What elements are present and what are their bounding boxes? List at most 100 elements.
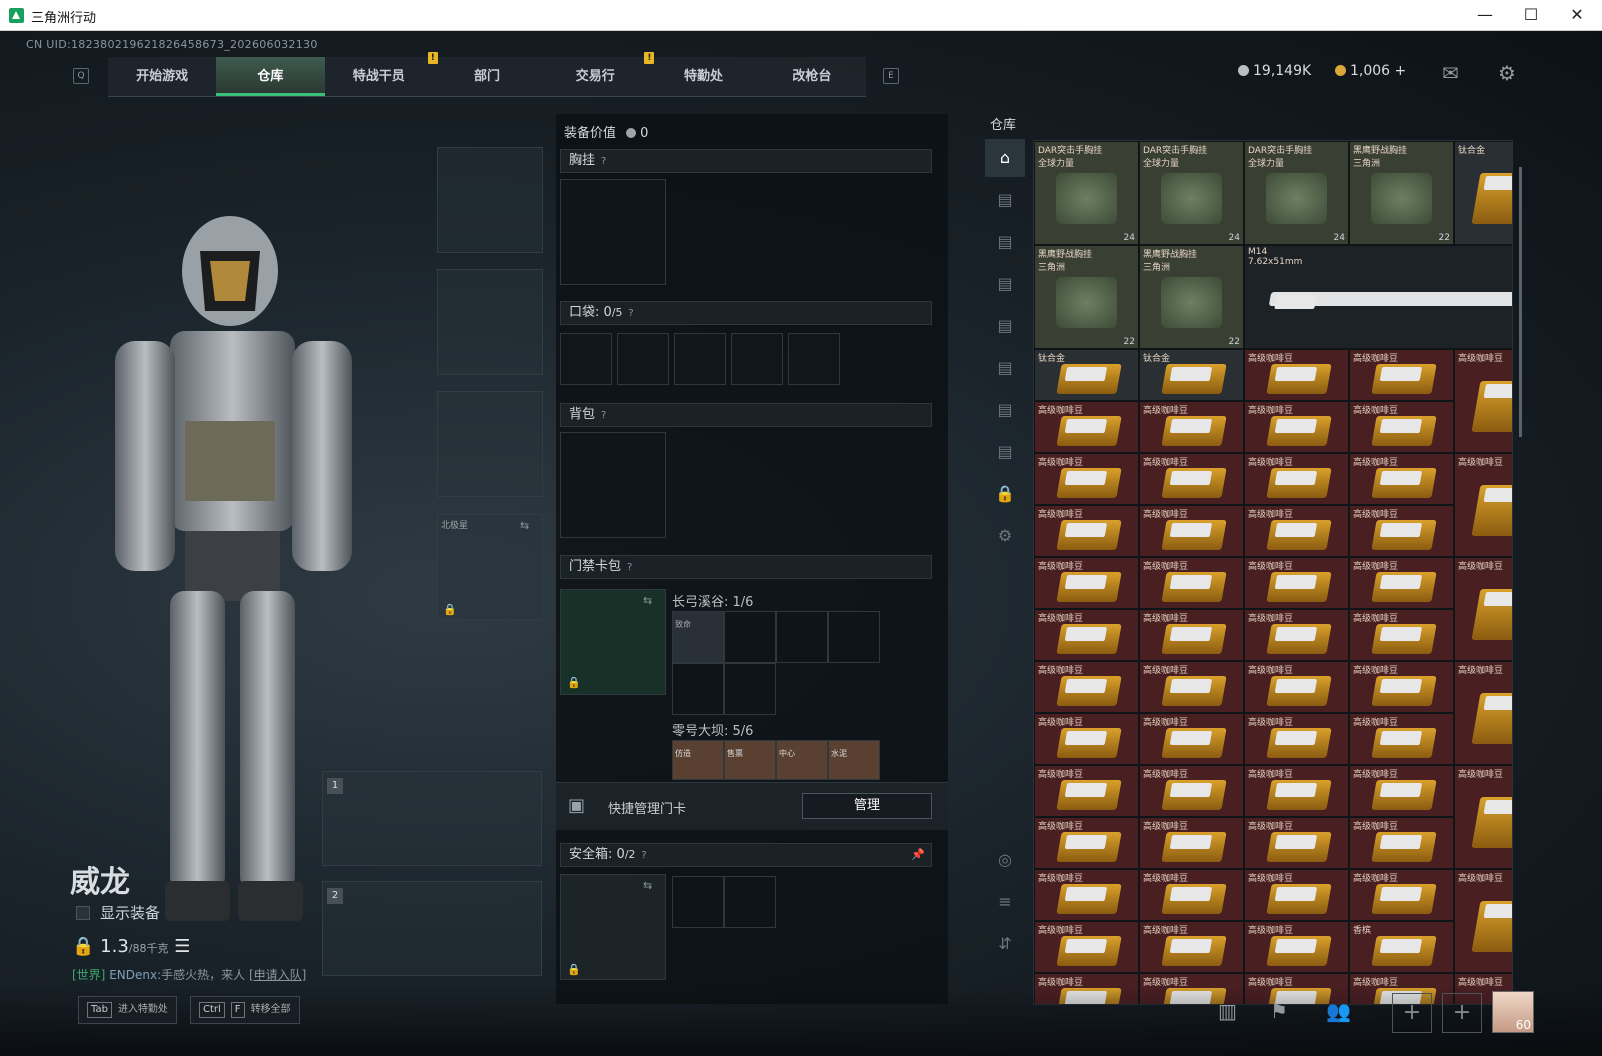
- category-icon[interactable]: ▤: [985, 223, 1025, 261]
- stash-item-coffee[interactable]: 高级咖啡豆: [1034, 713, 1139, 765]
- stash-item-coffee[interactable]: 高级咖啡豆: [1454, 453, 1512, 557]
- stash-item-coffee[interactable]: 高级咖啡豆: [1139, 661, 1244, 713]
- stash-item-coffee[interactable]: 高级咖啡豆: [1454, 765, 1512, 869]
- help-icon[interactable]: ?: [601, 405, 606, 427]
- add-party-slot[interactable]: +: [1442, 993, 1482, 1033]
- show-equipment-toggle[interactable]: 显示装备: [76, 902, 160, 923]
- avatar[interactable]: 60: [1492, 991, 1534, 1033]
- stash-item-coffee[interactable]: 高级咖啡豆: [1139, 869, 1244, 921]
- stash-item-coffee[interactable]: 高级咖啡豆: [1244, 817, 1349, 869]
- stash-item-coffee[interactable]: 高级咖啡豆: [1034, 817, 1139, 869]
- lock-icon[interactable]: 🔒: [985, 475, 1025, 513]
- keycard-empty-slot[interactable]: [724, 663, 776, 715]
- tab-special-ops[interactable]: 特勤处: [649, 57, 757, 96]
- gear-icon[interactable]: ⚙: [985, 517, 1025, 555]
- pin-icon[interactable]: 📌: [911, 844, 925, 866]
- stash-item-coffee[interactable]: 高级咖啡豆: [1139, 505, 1244, 557]
- keycard-item[interactable]: 水泥: [828, 740, 880, 780]
- stash-item-coffee[interactable]: 高级咖啡豆: [1034, 609, 1139, 661]
- helmet-slot[interactable]: [437, 147, 543, 253]
- stash-item-chest-rig[interactable]: DAR突击手胸挂 全球力量 24: [1244, 141, 1349, 245]
- stash-item-coffee[interactable]: 高级咖啡豆: [1034, 401, 1139, 453]
- transfer-all-button[interactable]: Ctrl F 转移全部: [190, 996, 300, 1024]
- keycard-item[interactable]: 中心: [776, 740, 828, 780]
- stash-item-coffee[interactable]: 高级咖啡豆: [1034, 765, 1139, 817]
- stash-item-coffee[interactable]: 高级咖啡豆: [1244, 713, 1349, 765]
- pocket-slot[interactable]: [674, 333, 726, 385]
- stash-item-coffee[interactable]: 高级咖啡豆: [1454, 661, 1512, 765]
- stash-item-champagne[interactable]: 香槟: [1349, 921, 1454, 973]
- stash-item-coffee[interactable]: 高级咖啡豆: [1349, 557, 1454, 609]
- sort-icon[interactable]: ⇵: [985, 925, 1025, 963]
- keycard-empty-slot[interactable]: [776, 611, 828, 663]
- swap-icon[interactable]: ⇆: [643, 879, 652, 892]
- category-icon[interactable]: ▤: [985, 181, 1025, 219]
- stash-item-coffee[interactable]: 高级咖啡豆: [1349, 401, 1454, 453]
- filter-icon[interactable]: ◎: [985, 841, 1025, 879]
- armor-slot[interactable]: [437, 269, 543, 375]
- layers-icon[interactable]: ≡: [985, 883, 1025, 921]
- stash-item-coffee[interactable]: 高级咖啡豆: [1139, 401, 1244, 453]
- safe-box-cell[interactable]: [672, 876, 724, 928]
- stash-item-coffee[interactable]: 高级咖啡豆: [1244, 401, 1349, 453]
- safe-box-slot[interactable]: ⇆ 🔒: [560, 874, 666, 980]
- chest-rig-slot[interactable]: [560, 179, 666, 285]
- category-icon[interactable]: ▤: [985, 349, 1025, 387]
- tab-gunsmith[interactable]: 改枪台: [758, 57, 866, 96]
- stash-item-coffee[interactable]: 高级咖啡豆: [1244, 557, 1349, 609]
- stash-item-coffee[interactable]: 高级咖啡豆: [1139, 713, 1244, 765]
- gold-currency[interactable]: 1,006 +: [1335, 63, 1406, 79]
- category-icon[interactable]: ▤: [985, 265, 1025, 303]
- stash-item-chest-rig[interactable]: 黑鹰野战胸挂 三角洲 22: [1139, 245, 1244, 349]
- tab-departments[interactable]: 部门: [433, 57, 541, 96]
- stash-item-coffee[interactable]: 高级咖啡豆: [1244, 349, 1349, 401]
- help-icon[interactable]: ?: [641, 845, 646, 867]
- swap-icon[interactable]: ⇆: [520, 519, 529, 532]
- tab-start-game[interactable]: 开始游戏: [108, 57, 216, 96]
- pistol-slot[interactable]: [437, 391, 543, 497]
- stash-item-coffee[interactable]: 高级咖啡豆: [1349, 869, 1454, 921]
- stash-item-coffee[interactable]: 高级咖啡豆: [1244, 661, 1349, 713]
- keycard-empty-slot[interactable]: [828, 611, 880, 663]
- stash-item-rifle[interactable]: M14 7.62x51mm0/10: [1244, 245, 1512, 349]
- help-icon[interactable]: ?: [627, 557, 632, 579]
- stash-item-coffee[interactable]: 高级咖啡豆: [1349, 817, 1454, 869]
- stash-item-coffee[interactable]: 高级咖啡豆: [1454, 557, 1512, 661]
- stash-item-coffee[interactable]: 高级咖啡豆: [1034, 869, 1139, 921]
- stash-item-coffee[interactable]: 高级咖啡豆: [1139, 557, 1244, 609]
- category-icon[interactable]: ▤: [985, 391, 1025, 429]
- keycard-empty-slot[interactable]: [724, 611, 776, 663]
- stash-item-coffee[interactable]: 高级咖啡豆: [1139, 765, 1244, 817]
- stash-item-chest-rig[interactable]: 黑鹰野战胸挂 三角洲 22: [1349, 141, 1454, 245]
- tab-operators[interactable]: 特战干员!: [325, 52, 438, 96]
- melee-slot[interactable]: 北极星 ⇆ 🔒: [437, 514, 543, 620]
- stash-item-coffee[interactable]: 高级咖啡豆: [1139, 921, 1244, 973]
- pocket-slot[interactable]: [617, 333, 669, 385]
- stash-item-coffee[interactable]: 高级咖啡豆: [1349, 349, 1454, 401]
- stash-item-titanium[interactable]: 钛合金: [1139, 349, 1244, 401]
- maximize-button[interactable]: ☐: [1516, 4, 1546, 26]
- category-icon[interactable]: ▤: [985, 307, 1025, 345]
- keycard-empty-slot[interactable]: [672, 663, 724, 715]
- add-currency-button[interactable]: +: [1395, 63, 1407, 79]
- stash-item-coffee[interactable]: 高级咖啡豆: [1349, 765, 1454, 817]
- help-icon[interactable]: ?: [628, 303, 633, 325]
- stash-item-coffee[interactable]: 高级咖啡豆: [1139, 609, 1244, 661]
- stash-item-coffee[interactable]: 高级咖啡豆: [1454, 349, 1512, 453]
- pocket-slot[interactable]: [731, 333, 783, 385]
- enter-special-ops-button[interactable]: Tab 进入特勤处: [78, 996, 177, 1024]
- add-party-slot[interactable]: +: [1392, 993, 1432, 1033]
- stash-item-coffee[interactable]: 高级咖啡豆: [1034, 453, 1139, 505]
- stash-item-coffee[interactable]: 高级咖啡豆: [1034, 661, 1139, 713]
- stash-item-coffee[interactable]: 高级咖啡豆: [1454, 869, 1512, 973]
- stash-item-chest-rig[interactable]: 黑鹰野战胸挂 三角洲 22: [1034, 245, 1139, 349]
- category-all-icon[interactable]: ⌂: [985, 139, 1025, 177]
- stash-item-coffee[interactable]: 高级咖啡豆: [1034, 505, 1139, 557]
- safe-box-cell[interactable]: [724, 876, 776, 928]
- primary-weapon-slot-1[interactable]: 1: [322, 771, 542, 866]
- stash-item-coffee[interactable]: 高级咖啡豆: [1034, 557, 1139, 609]
- stash-item-coffee[interactable]: 高级咖啡豆: [1244, 505, 1349, 557]
- primary-weapon-slot-2[interactable]: 2: [322, 881, 542, 976]
- tab-trade[interactable]: 交易行!: [541, 52, 655, 96]
- pocket-slot[interactable]: [788, 333, 840, 385]
